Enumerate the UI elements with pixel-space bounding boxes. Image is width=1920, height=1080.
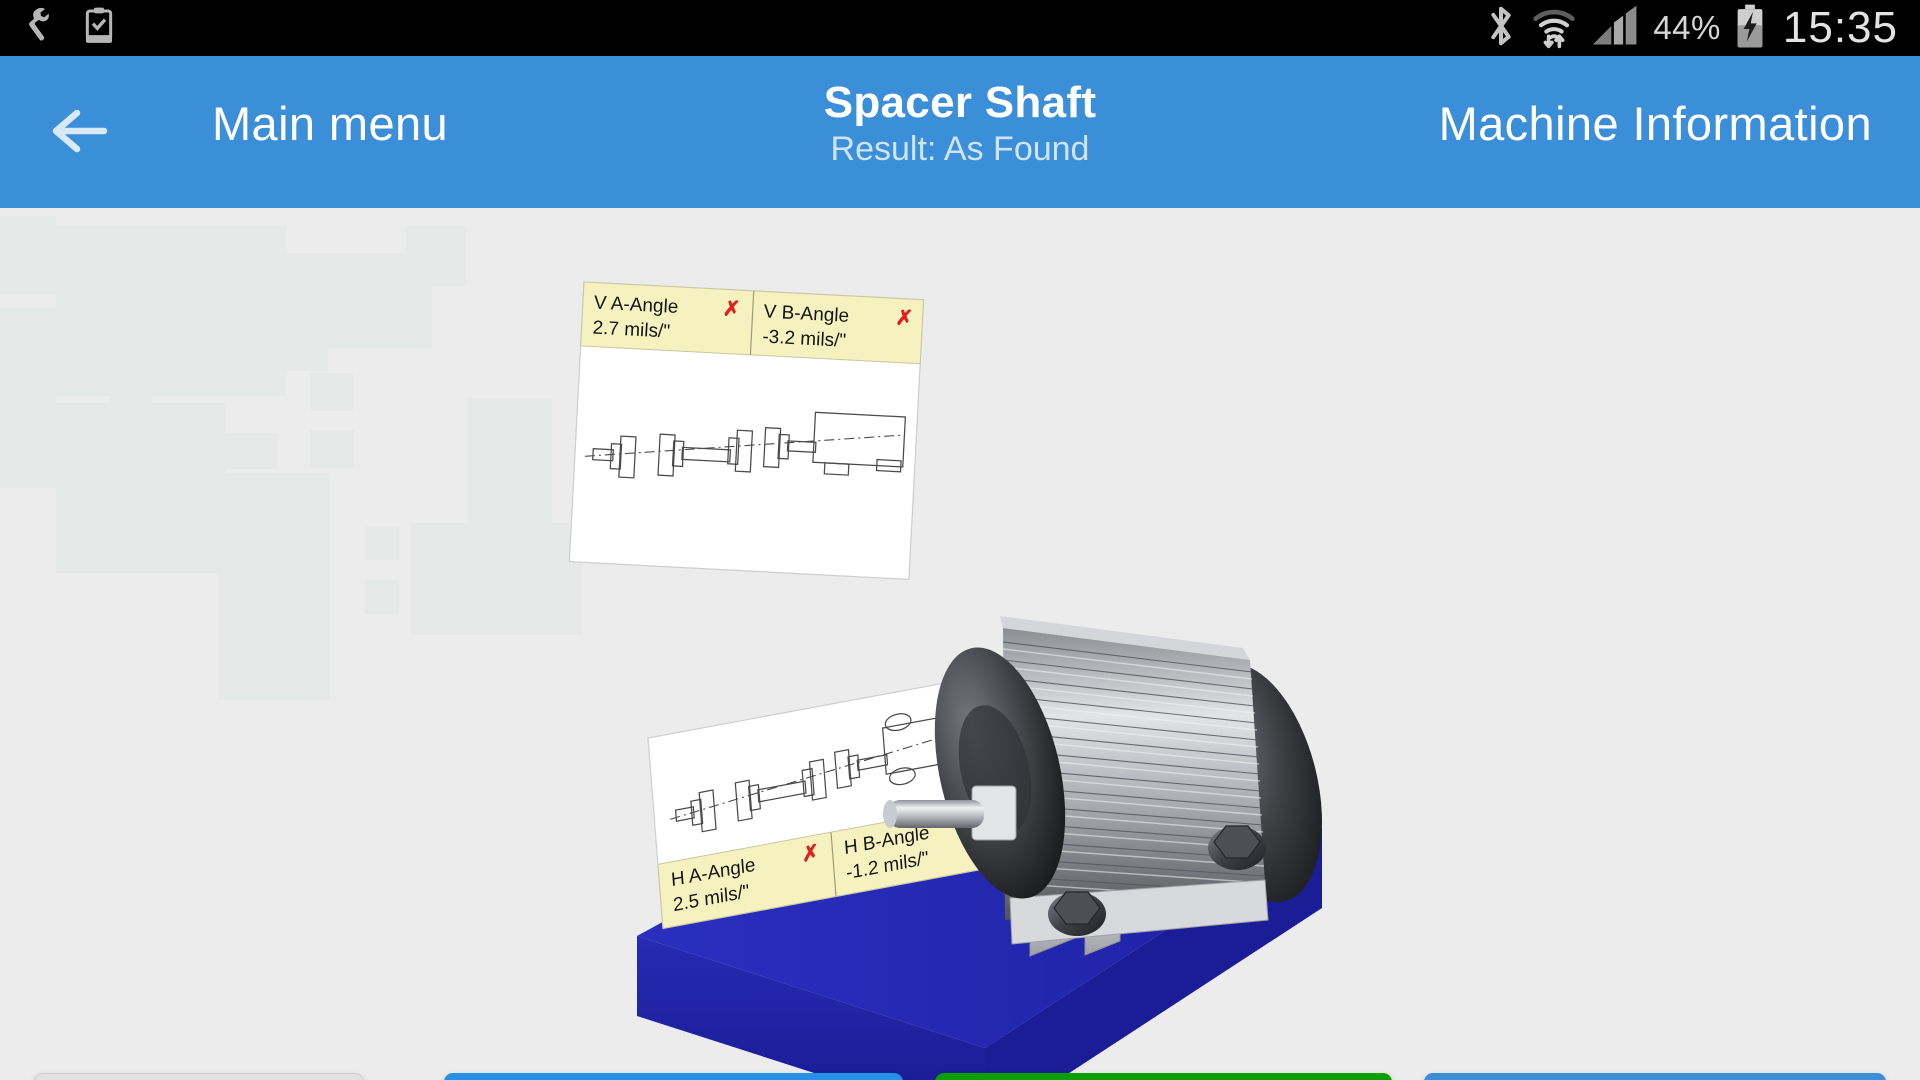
battery-charging-icon: [1735, 3, 1765, 53]
status-bar[interactable]: 44% 15:35: [0, 0, 1920, 56]
back-label[interactable]: Main menu: [212, 96, 448, 151]
wifi-icon: [1531, 3, 1577, 53]
sensor-status-button[interactable]: Sensor Status: [34, 1073, 364, 1080]
back-arrow-icon: [52, 109, 108, 153]
status-bar-right-icons: 44% 15:35: [1485, 3, 1920, 53]
status-bar-left-icons: [0, 6, 116, 50]
cellular-signal-icon: [1591, 4, 1639, 52]
app-header: Main menu Spacer Shaft Result: As Found …: [0, 56, 1920, 208]
wrench-icon: [26, 7, 64, 49]
battery-percent-label: 44%: [1653, 9, 1721, 46]
adjust-button[interactable]: Adjust: [935, 1073, 1392, 1080]
clipboard-check-icon: [82, 6, 116, 50]
back-button[interactable]: [48, 102, 114, 160]
done-button[interactable]: Done: [1424, 1073, 1886, 1080]
bluetooth-icon: [1485, 3, 1517, 53]
remeasure-button[interactable]: Remeasure: [444, 1073, 903, 1080]
clock-label: 15:35: [1782, 3, 1898, 52]
machine-information-link[interactable]: Machine Information: [1439, 96, 1872, 151]
action-button-bar: Sensor Status Remeasure Adjust Done: [0, 208, 1920, 1080]
content-area: H A-Angle 2.5 mils/" ✗ H B-Angle -1.2 mi…: [0, 208, 1920, 1080]
